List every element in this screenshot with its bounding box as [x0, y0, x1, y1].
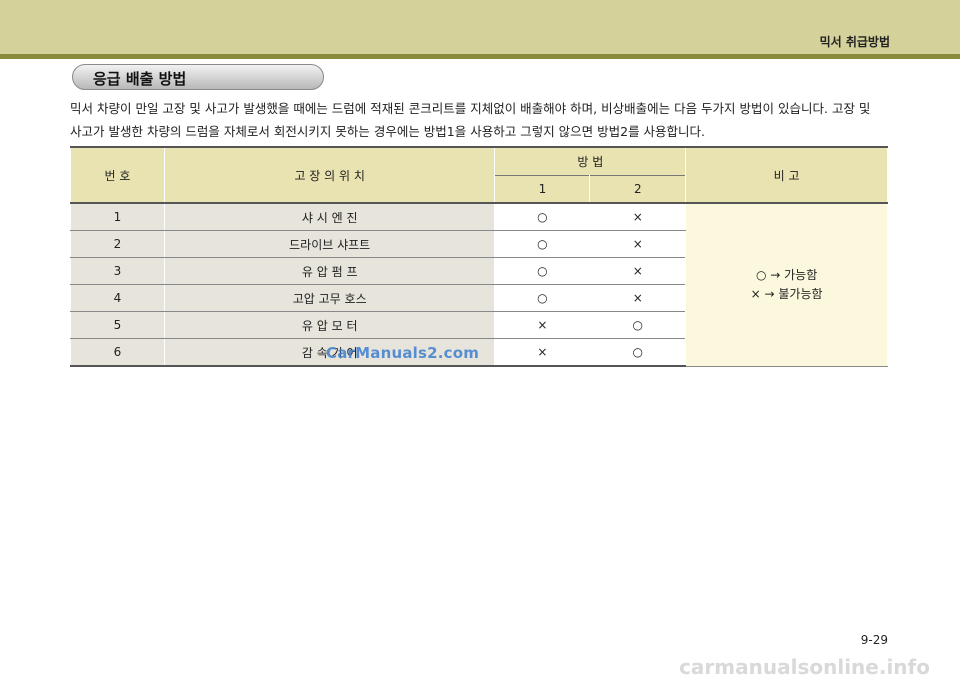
section-heading: 응급 배출 방법: [72, 64, 324, 90]
row-location: 유 압 펌 프: [163, 257, 496, 285]
header-remarks: 비 고: [685, 146, 888, 204]
header-method-1: 1: [494, 175, 591, 204]
row-location: 샤 시 엔 진: [163, 203, 496, 231]
table-row: 1 샤 시 엔 진 ○ × ○ → 가능함 × → 불가능함: [70, 203, 888, 367]
section-title: 응급 배출 방법: [93, 70, 187, 88]
row-method-1: ×: [494, 311, 591, 339]
legend-impossible: × → 불가능함: [750, 286, 823, 301]
row-number: 2: [70, 230, 165, 258]
row-method-2: ○: [589, 338, 687, 367]
row-location: 드라이브 샤프트: [163, 230, 496, 258]
intro-paragraph: 믹서 차량이 만일 고장 및 사고가 발생했을 때에는 드럼에 적재된 콘크리트…: [70, 97, 900, 143]
row-method-1: ○: [494, 203, 591, 231]
row-method-2: ×: [589, 203, 687, 231]
row-method-1: ○: [494, 284, 591, 312]
row-location: 고압 고무 호스: [163, 284, 496, 312]
row-number: 3: [70, 257, 165, 285]
chapter-title: 믹서 취급방법: [819, 35, 890, 49]
remarks-cell: ○ → 가능함 × → 불가능함: [685, 203, 888, 367]
header-method-2: 2: [589, 175, 687, 204]
row-location: 유 압 모 터: [163, 311, 496, 339]
intro-line-2: 사고가 발생한 차량의 드럼을 자체로서 회전시키지 못하는 경우에는 방법1을…: [70, 124, 706, 139]
header-method: 방 법: [494, 146, 687, 176]
row-number: 6: [70, 338, 165, 367]
row-method-2: ×: [589, 284, 687, 312]
watermark-carmanualsonline: carmanualsonline.info: [679, 655, 930, 679]
row-method-1: ○: [494, 257, 591, 285]
header-divider: [0, 54, 960, 59]
row-number: 5: [70, 311, 165, 339]
header-number: 번 호: [70, 146, 165, 204]
intro-line-1: 믹서 차량이 만일 고장 및 사고가 발생했을 때에는 드럼에 적재된 콘크리트…: [70, 101, 871, 116]
row-number: 4: [70, 284, 165, 312]
page-number: 9-29: [860, 633, 888, 647]
header-location: 고 장 의 위 치: [163, 146, 496, 204]
row-method-2: ○: [589, 311, 687, 339]
watermark-carmanuals2: CarManuals2.com: [326, 344, 480, 362]
row-method-1: ×: [494, 338, 591, 367]
row-method-2: ×: [589, 230, 687, 258]
row-number: 1: [70, 203, 165, 231]
legend-possible: ○ → 가능함: [755, 267, 818, 282]
emergency-discharge-table: 번 호 고 장 의 위 치 방 법 비 고 1 2 1 샤 시 엔 진 ○ × …: [70, 146, 888, 367]
header-bar: [0, 0, 960, 54]
row-method-2: ×: [589, 257, 687, 285]
row-method-1: ○: [494, 230, 591, 258]
